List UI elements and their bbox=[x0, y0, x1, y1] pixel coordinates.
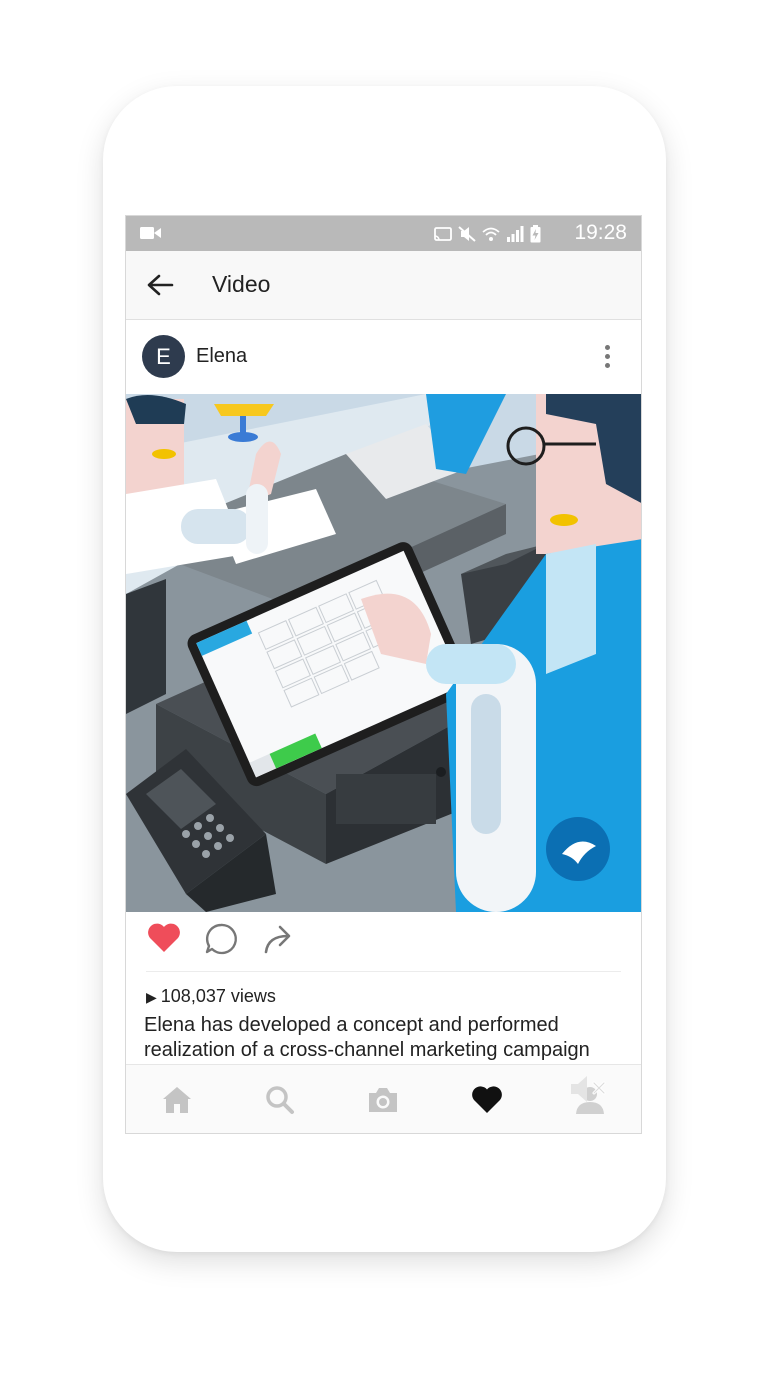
post-header: E Elena bbox=[126, 321, 641, 394]
camera-icon[interactable] bbox=[366, 1085, 400, 1115]
signal-icon bbox=[507, 226, 524, 242]
arrow-left-icon[interactable] bbox=[146, 273, 174, 297]
status-time: 19:28 bbox=[574, 221, 627, 244]
video-camera-icon bbox=[140, 227, 161, 239]
battery-icon bbox=[530, 225, 541, 243]
username[interactable]: Elena bbox=[196, 345, 247, 368]
mute-icon[interactable] bbox=[567, 1072, 613, 1106]
comment-icon[interactable] bbox=[204, 922, 238, 956]
post-caption: Elena has developed a concept and perfor… bbox=[144, 1014, 590, 1061]
view-count: ▶ 108,037 views bbox=[146, 986, 276, 1007]
phone-screen: 19:28 Video E Elena ▶ 108,037 views Elen… bbox=[125, 215, 642, 1134]
play-icon: ▶ bbox=[146, 989, 157, 1005]
bottom-nav bbox=[126, 1064, 641, 1133]
avatar[interactable]: E bbox=[142, 335, 185, 378]
divider bbox=[146, 971, 621, 972]
search-icon[interactable] bbox=[264, 1085, 296, 1115]
video-thumbnail[interactable] bbox=[126, 394, 641, 912]
page-title: Video bbox=[212, 271, 271, 297]
heart-icon[interactable] bbox=[471, 1085, 503, 1115]
status-bar: 19:28 bbox=[126, 216, 641, 251]
app-bar: Video bbox=[126, 251, 641, 320]
views-text: 108,037 views bbox=[160, 986, 276, 1006]
pos-illustration bbox=[126, 394, 641, 912]
status-icons bbox=[434, 225, 541, 243]
cast-icon bbox=[434, 227, 452, 241]
share-icon[interactable] bbox=[262, 922, 296, 956]
post-actions bbox=[126, 922, 641, 972]
home-icon[interactable] bbox=[161, 1085, 193, 1115]
wifi-icon bbox=[482, 227, 500, 241]
more-vertical-icon[interactable] bbox=[605, 345, 611, 372]
heart-icon[interactable] bbox=[146, 922, 182, 954]
mute-status-icon bbox=[458, 226, 476, 242]
